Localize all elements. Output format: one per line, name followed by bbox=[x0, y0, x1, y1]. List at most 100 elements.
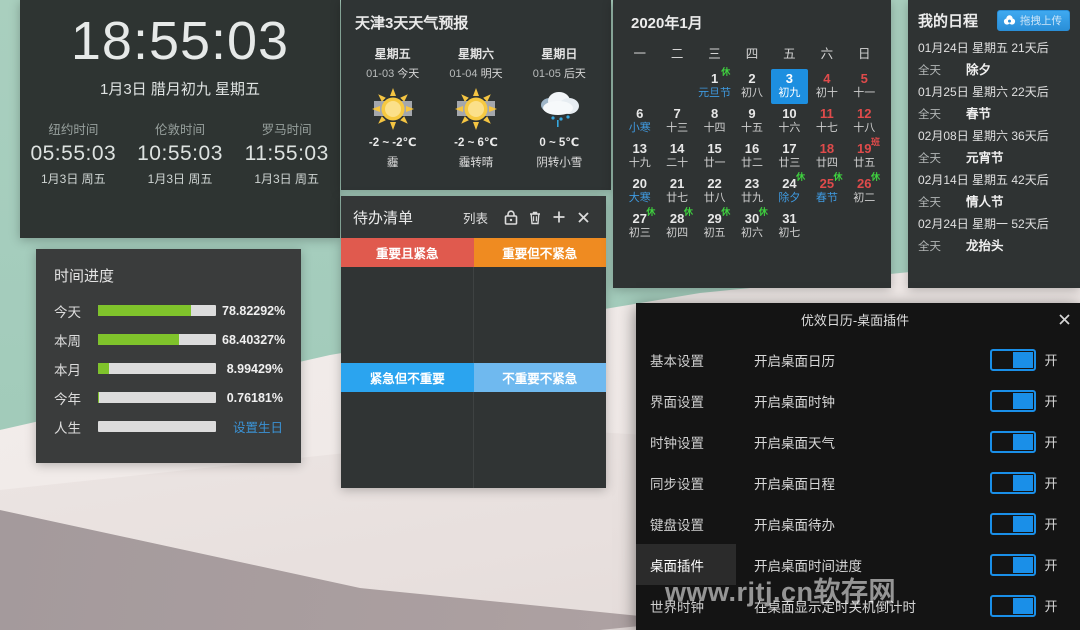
quadrant-header-urgent-important[interactable]: 重要且紧急 bbox=[341, 238, 474, 267]
close-icon[interactable] bbox=[1048, 303, 1080, 335]
calendar-day-cell[interactable]: 休 24 除夕 bbox=[771, 172, 808, 209]
calendar-weekday: 六 bbox=[820, 47, 834, 61]
calendar-day-cell[interactable]: 20 大寒 bbox=[621, 174, 658, 209]
calendar-day-cell[interactable]: 休 26 初二 bbox=[846, 173, 883, 209]
quadrant-header-urgent-not-important[interactable]: 紧急但不重要 bbox=[341, 363, 474, 392]
weather-day[interactable]: 星期日 01-05 后天 0 ~ 5℃ 阴转小雪 bbox=[518, 45, 601, 170]
plus-icon[interactable] bbox=[548, 206, 570, 228]
weather-date: 01-03 今天 bbox=[366, 68, 420, 80]
setting-toggle[interactable] bbox=[990, 430, 1036, 453]
desktop-todo-widget[interactable]: 待办清单 列表 重要且紧急 重要但不紧急 紧急但不重要 不重要不紧急 bbox=[341, 196, 606, 488]
schedule-allday-label: 全天 bbox=[918, 153, 941, 165]
schedule-item[interactable]: 全天 除夕 bbox=[918, 59, 1080, 78]
calendar-day-cell[interactable]: 休 1 元旦节 bbox=[696, 68, 733, 104]
calendar-day-cell[interactable]: 休 27 初三 bbox=[621, 208, 658, 244]
quadrant-body-not-important-not-urgent[interactable] bbox=[473, 392, 606, 488]
calendar-day-cell[interactable]: 31 初七 bbox=[771, 209, 808, 244]
calendar-day-cell[interactable]: 7 十三 bbox=[658, 104, 695, 139]
calendar-day-cell[interactable]: 21 廿七 bbox=[658, 174, 695, 209]
calendar-day-cell[interactable]: 休 30 初六 bbox=[733, 208, 770, 244]
todo-list-view-button[interactable]: 列表 bbox=[463, 208, 488, 227]
setting-toggle[interactable] bbox=[990, 594, 1036, 617]
calendar-day-cell[interactable]: 9 十五 bbox=[733, 104, 770, 139]
calendar-day-cell[interactable]: 2 初八 bbox=[733, 69, 770, 104]
calendar-day-cell[interactable]: 班 19 廿五 bbox=[846, 138, 883, 174]
desktop-weather-widget[interactable]: 天津3天天气预报 星期五 01-03 今天 -2 ~ -2℃ 霾 星期六 01-04 明天… bbox=[341, 0, 611, 190]
drag-upload-button[interactable]: 拖拽上传 bbox=[997, 10, 1070, 31]
calendar-day-number: 11 bbox=[819, 106, 834, 121]
calendar-day-number: 5 bbox=[860, 71, 868, 86]
calendar-day-lunar: 初六 bbox=[740, 227, 763, 240]
calendar-day-cell[interactable]: 12 十八 bbox=[846, 104, 883, 139]
calendar-day-cell[interactable]: 4 初十 bbox=[808, 69, 845, 104]
sidebar-item-3[interactable]: 同步设置 bbox=[636, 462, 736, 503]
schedule-item[interactable]: 全天 情人节 bbox=[918, 191, 1080, 210]
desktop-schedule-widget[interactable]: 我的日程 拖拽上传 01月24日 星期五 21天后 全天 除夕 01月25日 星期六 … bbox=[908, 0, 1080, 288]
schedule-allday-label: 全天 bbox=[918, 109, 941, 121]
progress-label: 本月 bbox=[54, 362, 81, 378]
calendar-day-lunar: 春节 bbox=[815, 192, 838, 205]
calendar-day-cell[interactable]: 16 廿二 bbox=[733, 139, 770, 174]
set-birthday-link[interactable]: 设置生日 bbox=[216, 417, 283, 436]
close-icon[interactable] bbox=[572, 206, 594, 228]
setting-toggle[interactable] bbox=[990, 512, 1036, 535]
calendar-day-cell[interactable]: 14 二十 bbox=[658, 139, 695, 174]
dialog-title-bar[interactable]: 优效日历-桌面插件 bbox=[636, 303, 1080, 335]
quadrant-body-urgent-not-important[interactable] bbox=[341, 392, 474, 488]
schedule-event-name: 春节 bbox=[966, 107, 992, 121]
eisenhower-matrix: 重要且紧急 重要但不紧急 紧急但不重要 不重要不紧急 bbox=[341, 238, 606, 488]
desktop-clock-widget[interactable]: 18:55:03 1月3日 腊月初九 星期五 纽约时间 05:55:03 1月3… bbox=[20, 0, 340, 238]
calendar-day-number: 10 bbox=[782, 106, 797, 121]
settings-dialog[interactable]: 优效日历-桌面插件 基本设置界面设置时钟设置同步设置键盘设置桌面插件世界时钟网络… bbox=[636, 303, 1080, 630]
calendar-day-cell[interactable]: 10 十六 bbox=[771, 104, 808, 139]
desktop-calendar-widget[interactable]: 2020年1月 一二三四五六日 休 1 元旦节 2 初八 3 初九 4 初十 5 十一 6 小寒 7 十三 8… bbox=[613, 0, 891, 288]
weather-day[interactable]: 星期六 01-04 明天 -2 ~ 6℃ 霾转晴 bbox=[434, 45, 517, 170]
quadrant-body-important-not-urgent[interactable] bbox=[473, 267, 606, 363]
quadrant-header-important-not-urgent[interactable]: 重要但不紧急 bbox=[473, 238, 606, 267]
calendar-empty-cell bbox=[658, 69, 695, 104]
calendar-day-badge: 休 bbox=[683, 207, 693, 217]
calendar-day-cell[interactable]: 11 十七 bbox=[808, 104, 845, 139]
calendar-day-badge: 休 bbox=[796, 172, 806, 182]
calendar-day-cell[interactable]: 17 廿三 bbox=[771, 139, 808, 174]
quadrant-header-not-important-not-urgent[interactable]: 不重要不紧急 bbox=[473, 363, 606, 392]
calendar-day-cell[interactable]: 5 十一 bbox=[846, 69, 883, 104]
schedule-item[interactable]: 全天 春节 bbox=[918, 103, 1080, 122]
calendar-day-cell[interactable]: 6 小寒 bbox=[621, 104, 658, 139]
calendar-day-cell[interactable]: 3 初九 bbox=[770, 69, 809, 104]
calendar-day-cell[interactable]: 休 25 春节 bbox=[808, 173, 845, 209]
setting-toggle[interactable] bbox=[990, 553, 1036, 576]
sidebar-item-7[interactable]: 网络代理 bbox=[636, 626, 736, 630]
dialog-body: 基本设置界面设置时钟设置同步设置键盘设置桌面插件世界时钟网络代理关于软件 开启桌… bbox=[636, 335, 1080, 630]
calendar-day-number: 14 bbox=[669, 141, 685, 156]
calendar-day-cell[interactable]: 8 十四 bbox=[696, 104, 733, 139]
calendar-day-lunar: 初八 bbox=[740, 87, 763, 100]
calendar-day-cell[interactable]: 休 29 初五 bbox=[696, 208, 733, 244]
setting-toggle[interactable] bbox=[990, 471, 1036, 494]
calendar-day-cell[interactable]: 15 廿一 bbox=[696, 139, 733, 174]
setting-toggle[interactable] bbox=[990, 348, 1036, 371]
weather-day[interactable]: 星期五 01-03 今天 -2 ~ -2℃ 霾 bbox=[351, 45, 434, 170]
sidebar-item-5[interactable]: 桌面插件 bbox=[636, 544, 736, 585]
schedule-item[interactable]: 全天 元宵节 bbox=[918, 147, 1080, 166]
sidebar-item-0[interactable]: 基本设置 bbox=[636, 339, 736, 380]
weather-weekday: 星期六 bbox=[457, 47, 494, 61]
calendar-day-number: 3 bbox=[785, 71, 794, 86]
trash-icon[interactable] bbox=[524, 206, 546, 228]
sidebar-item-2[interactable]: 时钟设置 bbox=[636, 421, 736, 462]
time-progress-widget[interactable]: 时间进度 今天 78.82292% 本周 68.40327% 本月 8.99429% 今年 0… bbox=[36, 249, 301, 463]
calendar-day-cell[interactable]: 18 廿四 bbox=[808, 139, 845, 174]
sidebar-item-4[interactable]: 键盘设置 bbox=[636, 503, 736, 544]
sidebar-item-6[interactable]: 世界时钟 bbox=[636, 585, 736, 626]
calendar-day-cell[interactable]: 13 十九 bbox=[621, 139, 658, 174]
schedule-event-name: 情人节 bbox=[966, 195, 1004, 209]
calendar-day-cell[interactable]: 22 廿八 bbox=[696, 174, 733, 209]
setting-toggle[interactable] bbox=[990, 389, 1036, 412]
sidebar-item-1[interactable]: 界面设置 bbox=[636, 380, 736, 421]
quadrant-body-urgent-important[interactable] bbox=[341, 267, 474, 363]
calendar-day-cell[interactable]: 休 28 初四 bbox=[658, 207, 695, 244]
schedule-item[interactable]: 全天 龙抬头 bbox=[918, 235, 1080, 254]
calendar-day-cell[interactable]: 23 廿九 bbox=[733, 174, 770, 209]
todo-header: 待办清单 列表 bbox=[341, 196, 606, 238]
lock-icon[interactable] bbox=[500, 206, 522, 228]
